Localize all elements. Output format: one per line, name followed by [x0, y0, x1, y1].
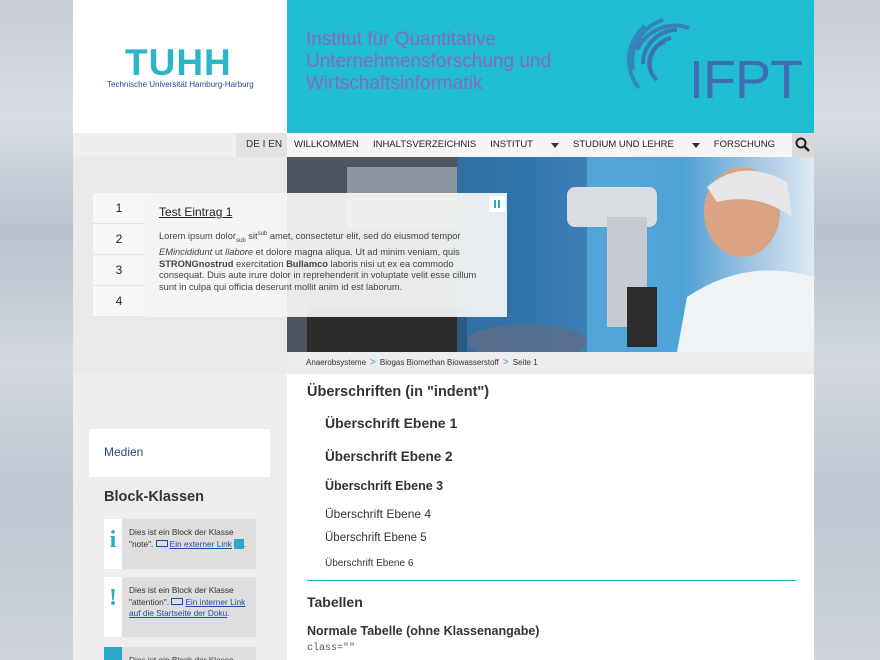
- heading-level-3: Überschrift Ebene 3: [325, 479, 444, 493]
- block-text-end: .: [243, 538, 247, 549]
- slide-title[interactable]: Test Eintrag 1: [159, 205, 493, 219]
- main-nav: DE I EN WILLKOMMEN INHALTSVERZEICHNIS INST…: [73, 133, 814, 157]
- heading-level-5: Überschrift Ebene 5: [325, 532, 427, 544]
- section-divider: [307, 580, 796, 581]
- nav-item-label: FORSCHUNG: [713, 139, 776, 150]
- breadcrumb-separator-icon: >: [502, 357, 509, 368]
- main-content: Überschriften (in "indent") Überschrift …: [287, 374, 814, 660]
- slide-text-2: sit: [245, 231, 258, 242]
- language-switch[interactable]: DE I EN: [236, 133, 293, 157]
- section-title-tables: Tabellen: [307, 594, 363, 610]
- caret-down-icon[interactable]: [550, 142, 559, 148]
- nav-item-3[interactable]: STUDIUM UND LEHRE: [566, 133, 707, 157]
- heading-level-1: Überschrift Ebene 1: [325, 415, 458, 431]
- block-text: Dies ist ein Block der Klasse "attention…: [129, 585, 254, 620]
- heading-level-6: Überschrift Ebene 6: [325, 558, 414, 569]
- heading-level-4: Überschrift Ebene 4: [325, 507, 432, 521]
- slide-text-6: exercitation: [233, 258, 287, 269]
- block-text: Dies ist ein Block der Klasse "note". Ei…: [129, 527, 254, 550]
- breadcrumb-item[interactable]: Anaerobsysteme: [306, 358, 366, 367]
- slide-sub: sub: [236, 237, 246, 244]
- institute-header: Institut für Quantitative Unternehmensfo…: [287, 0, 814, 133]
- tuhh-wordmark: TUHH: [125, 42, 232, 83]
- breadcrumb-item[interactable]: Seite 1: [513, 358, 538, 367]
- slide-text-1: Lorem ipsum dolor: [159, 231, 236, 242]
- block-class-box: ! Dies ist ein Block der Klasse "attentio…: [104, 577, 256, 637]
- breadcrumb: Anaerobsysteme > Biogas Biomethan Biowasse…: [287, 352, 814, 374]
- slide-text-3: amet, consectetur elit, sed do eiusmod t…: [267, 231, 461, 242]
- slider-numbers: 1234: [93, 193, 145, 317]
- nav-item-2[interactable]: INSTITUT: [483, 133, 566, 157]
- breadcrumb-item[interactable]: Biogas Biomethan Biowasserstoff: [380, 358, 499, 367]
- block-text: Dies ist ein Block der Klasse: [129, 655, 254, 660]
- ifpt-logo-text: IFPT: [689, 50, 802, 110]
- lock-icon: [233, 538, 244, 549]
- slide-strong-2: Bullamco: [286, 258, 328, 269]
- slide-number-3[interactable]: 3: [93, 255, 145, 286]
- slide-content: Test Eintrag 1 Lorem ipsum dolorsub sits…: [145, 193, 507, 317]
- heading-level-2: Überschrift Ebene 2: [325, 449, 453, 464]
- link-icon: [155, 539, 168, 547]
- breadcrumb-separator-icon: >: [370, 357, 376, 368]
- block-link[interactable]: Ein externer Link: [170, 539, 232, 549]
- block-text-end: .: [227, 608, 230, 618]
- block-marker-icon: [104, 647, 122, 660]
- slide-number-4[interactable]: 4: [93, 286, 145, 317]
- tuhh-subtitle: Technische Universität Hamburg-Harburg: [107, 80, 254, 89]
- ifpt-logo[interactable]: IFPT: [627, 12, 802, 116]
- tuhh-logo[interactable]: TUHH Technische Universität Hamburg-Harb…: [73, 0, 287, 133]
- class-code: class="": [307, 643, 356, 654]
- slide-number-1[interactable]: 1: [93, 193, 145, 224]
- institute-name[interactable]: Institut für Quantitative Unternehmensfo…: [306, 29, 606, 95]
- sidebar-medien[interactable]: Medien: [89, 429, 270, 477]
- slide-text-4: ut: [212, 247, 226, 258]
- nav-item-label: INHALTSVERZEICHNIS: [372, 139, 477, 150]
- pause-icon: [494, 200, 500, 208]
- block-class-box: Dies ist ein Block der Klasse: [104, 647, 256, 660]
- normal-table-title: Normale Tabelle (ohne Klassenangabe): [307, 624, 540, 638]
- sidebar: Medien Block-Klassen i Dies ist ein Block…: [73, 374, 287, 660]
- slider-pause-button[interactable]: [489, 196, 505, 212]
- info-icon: i: [104, 519, 122, 569]
- attention-icon: !: [104, 577, 122, 637]
- nav-item-label: WILLKOMMEN: [294, 139, 359, 150]
- block-classes-title: Block-Klassen: [104, 489, 204, 505]
- slide-sup: sub: [257, 231, 268, 237]
- slide-strong-1: STRONGnostrud: [159, 258, 234, 269]
- nav-menu: WILLKOMMEN INHALTSVERZEICHNIS INSTITUT STUD…: [287, 133, 814, 157]
- nav-item-1[interactable]: INHALTSVERZEICHNIS: [366, 133, 483, 157]
- nav-item-label: STUDIUM UND LEHRE: [572, 139, 674, 150]
- slide-em-1: EMincididunt: [159, 247, 213, 258]
- block-text-content: Dies ist ein Block der Klasse: [129, 655, 234, 660]
- slide-number-2[interactable]: 2: [93, 224, 145, 255]
- page: TUHH Technische Universität Hamburg-Harb…: [73, 0, 814, 660]
- slide-body: Lorem ipsum dolorsub sitsub amet, consec…: [159, 229, 493, 293]
- link-icon: [171, 597, 184, 605]
- section-title-headings: Überschriften (in "indent"): [307, 384, 490, 400]
- slide-text-5: et dolore magna aliqua. Ut ad minim veni…: [253, 247, 460, 258]
- search-button[interactable]: [792, 133, 814, 157]
- breadcrumb-left-spacer: [73, 352, 287, 374]
- nav-item-0[interactable]: WILLKOMMEN: [287, 133, 366, 157]
- nav-item-label: INSTITUT: [490, 139, 533, 150]
- caret-down-icon[interactable]: [691, 142, 700, 148]
- slide-em-2: llabore: [225, 247, 254, 258]
- block-class-box: i Dies ist ein Block der Klasse "note". E…: [104, 519, 256, 569]
- search-icon: [795, 137, 810, 152]
